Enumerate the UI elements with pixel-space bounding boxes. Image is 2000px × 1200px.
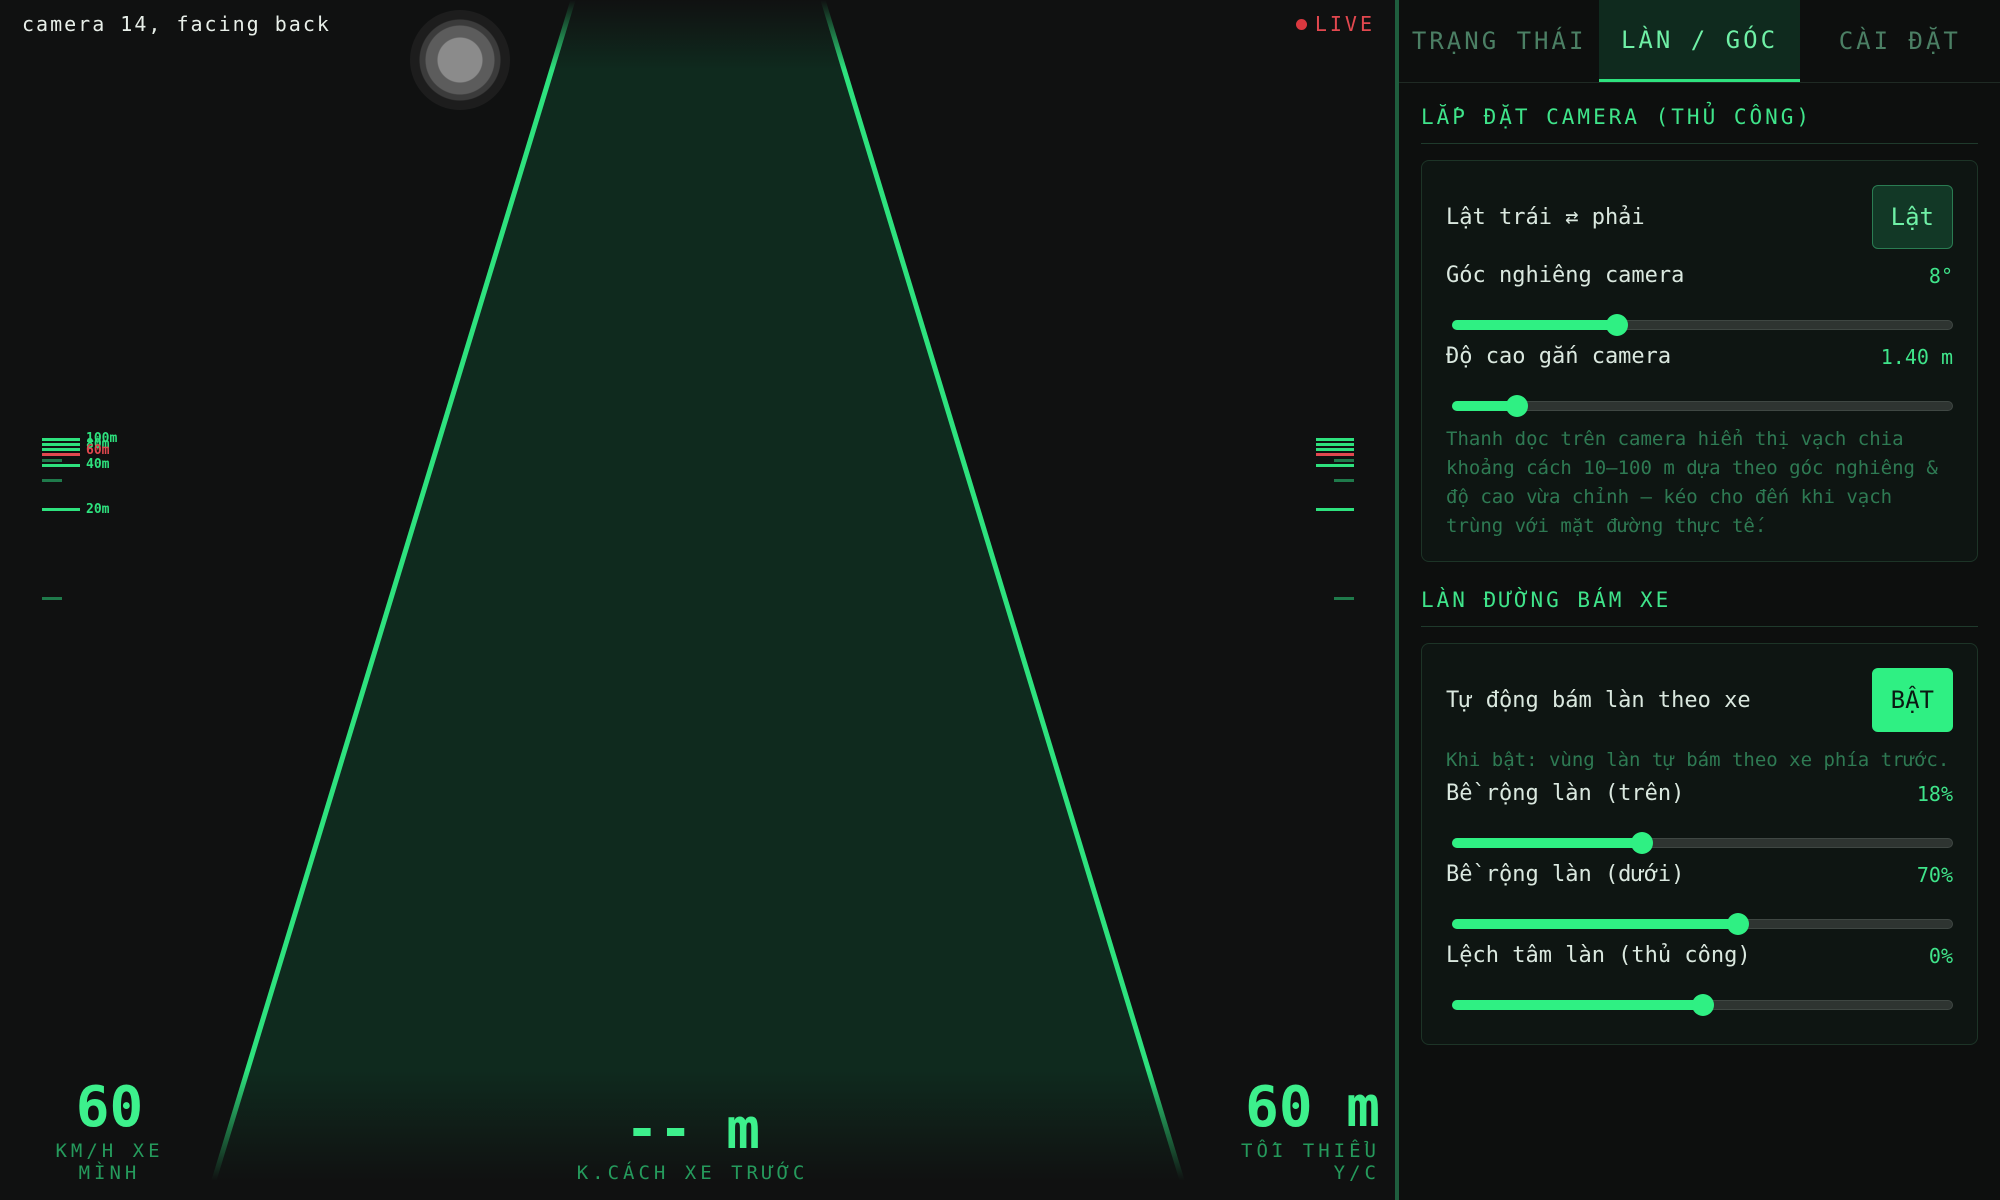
slider-thumb[interactable] xyxy=(1606,314,1629,336)
ruler-label-40: 40m xyxy=(86,457,110,472)
ruler-tick xyxy=(1316,438,1354,441)
live-indicator: LIVE xyxy=(1295,12,1375,36)
width-top-row: Bề rộng làn (trên) 18% xyxy=(1446,781,1953,806)
lane-card: Tự động bám làn theo xe BẬT Khi bật: vùn… xyxy=(1421,643,1978,1045)
lane-area xyxy=(208,0,1188,1200)
lane-section-title: LÀN ĐƯỜNG BÁM XE xyxy=(1421,588,1978,627)
flip-row: Lật trái ⇄ phải Lật xyxy=(1446,185,1953,249)
minimum-distance-stat: 60 m TỐI THIỂU Y/C xyxy=(1180,1075,1380,1185)
auto-track-hint: Khi bật: vùng làn tự bám theo xe phía tr… xyxy=(1446,749,1950,771)
ruler-tick xyxy=(42,508,80,511)
tab-status[interactable]: TRẠNG THÁI xyxy=(1399,0,1599,82)
offset-value: 0% xyxy=(1928,943,1953,968)
height-slider[interactable] xyxy=(1446,381,1953,425)
lane-overlay xyxy=(205,0,1191,1200)
tab-settings[interactable]: CÀI ĐẶT xyxy=(1800,0,2000,82)
distance-label: K.CÁCH XE TRƯỚC xyxy=(576,1162,809,1184)
ruler-tick xyxy=(1316,464,1354,467)
minimum-distance-value: 60 m xyxy=(1245,1075,1380,1140)
distance-ruler-right xyxy=(1314,430,1395,610)
height-row: Độ cao gắn camera 1.40 m xyxy=(1446,344,1953,369)
tilt-value: 8° xyxy=(1928,263,1953,288)
ruler-tick xyxy=(42,479,62,482)
tilt-label: Góc nghiêng camera xyxy=(1446,263,1685,288)
ruler-tick xyxy=(42,448,80,451)
tilt-row: Góc nghiêng camera 8° xyxy=(1446,263,1953,288)
auto-track-row: Tự động bám làn theo xe BẬT xyxy=(1446,668,1953,732)
slider-fill xyxy=(1452,838,1643,848)
ruler-tick xyxy=(42,443,80,446)
slider-thumb[interactable] xyxy=(1726,913,1749,935)
offset-label: Lệch tâm làn (thủ công) xyxy=(1446,943,1751,968)
ruler-tick xyxy=(1334,479,1354,482)
slider-fill xyxy=(1452,1000,1703,1010)
auto-track-label: Tự động bám làn theo xe xyxy=(1446,687,1751,713)
ruler-tick xyxy=(42,459,62,462)
speed-value: 60 xyxy=(75,1075,144,1140)
ruler-tick xyxy=(1316,508,1354,511)
offset-row: Lệch tâm làn (thủ công) 0% xyxy=(1446,943,1953,968)
camera-section-title: LẮP ĐẶT CAMERA (THỦ CÔNG) xyxy=(1421,105,1978,144)
tab-bar: TRẠNG THÁI LÀN / GÓC CÀI ĐẶT xyxy=(1399,0,2000,83)
live-label: LIVE xyxy=(1314,12,1375,36)
speed-label: KM/H XE MÌNH xyxy=(55,1140,164,1184)
distance-stat: -- m K.CÁCH XE TRƯỚC xyxy=(575,1097,810,1185)
tab-lane-angle[interactable]: LÀN / GÓC xyxy=(1599,0,1800,82)
slider-fill xyxy=(1452,320,1618,330)
width-top-label: Bề rộng làn (trên) xyxy=(1446,781,1685,806)
distance-ruler-left: 100m 80m 60m 40m 20m xyxy=(40,430,140,610)
width-top-slider[interactable] xyxy=(1446,818,1953,862)
ruler-tick xyxy=(42,438,80,441)
distance-value: -- m xyxy=(625,1097,760,1162)
auto-track-toggle[interactable]: BẬT xyxy=(1871,668,1953,732)
camera-setup-card: Lật trái ⇄ phải Lật Góc nghiêng camera 8… xyxy=(1421,160,1978,562)
camera-hint: Thanh dọc trên camera hiển thị vạch chia… xyxy=(1446,428,1938,537)
slider-thumb[interactable] xyxy=(1506,395,1529,417)
camera-view: camera 14, facing back LIVE 100m 80m 60m… xyxy=(0,0,1395,1200)
live-dot-icon xyxy=(1295,18,1307,30)
slider-thumb[interactable] xyxy=(1691,994,1714,1016)
ruler-label-20: 20m xyxy=(86,502,110,517)
width-bottom-slider[interactable] xyxy=(1446,899,1953,943)
camera-label: camera 14, facing back xyxy=(22,12,331,36)
ruler-tick xyxy=(42,453,80,456)
height-label: Độ cao gắn camera xyxy=(1446,344,1672,369)
minimum-distance-label: TỐI THIỂU Y/C xyxy=(1241,1140,1380,1184)
width-bottom-row: Bề rộng làn (dưới) 70% xyxy=(1446,862,1953,887)
ruler-tick xyxy=(1334,459,1354,462)
offset-slider[interactable] xyxy=(1446,980,1953,1024)
width-bottom-value: 70% xyxy=(1916,862,1953,887)
ruler-tick xyxy=(1316,448,1354,451)
flip-button[interactable]: Lật xyxy=(1871,185,1953,249)
camera-lens-icon xyxy=(410,10,510,110)
ruler-tick xyxy=(42,464,80,467)
speed-stat: 60 KM/H XE MÌNH xyxy=(22,1075,197,1185)
slider-thumb[interactable] xyxy=(1631,832,1654,854)
ruler-label-60: 60m xyxy=(86,443,110,458)
height-value: 1.40 m xyxy=(1880,344,1953,369)
width-bottom-label: Bề rộng làn (dưới) xyxy=(1446,862,1685,887)
ruler-tick xyxy=(1316,453,1354,456)
ruler-tick xyxy=(42,597,62,600)
width-top-value: 18% xyxy=(1916,781,1953,806)
ruler-tick xyxy=(1316,443,1354,446)
ruler-tick xyxy=(1334,597,1354,600)
flip-label: Lật trái ⇄ phải xyxy=(1446,204,1645,230)
tilt-slider[interactable] xyxy=(1446,300,1953,344)
settings-panel: TRẠNG THÁI LÀN / GÓC CÀI ĐẶT LẮP ĐẶT CAM… xyxy=(1395,0,2000,1200)
slider-fill xyxy=(1452,919,1738,929)
